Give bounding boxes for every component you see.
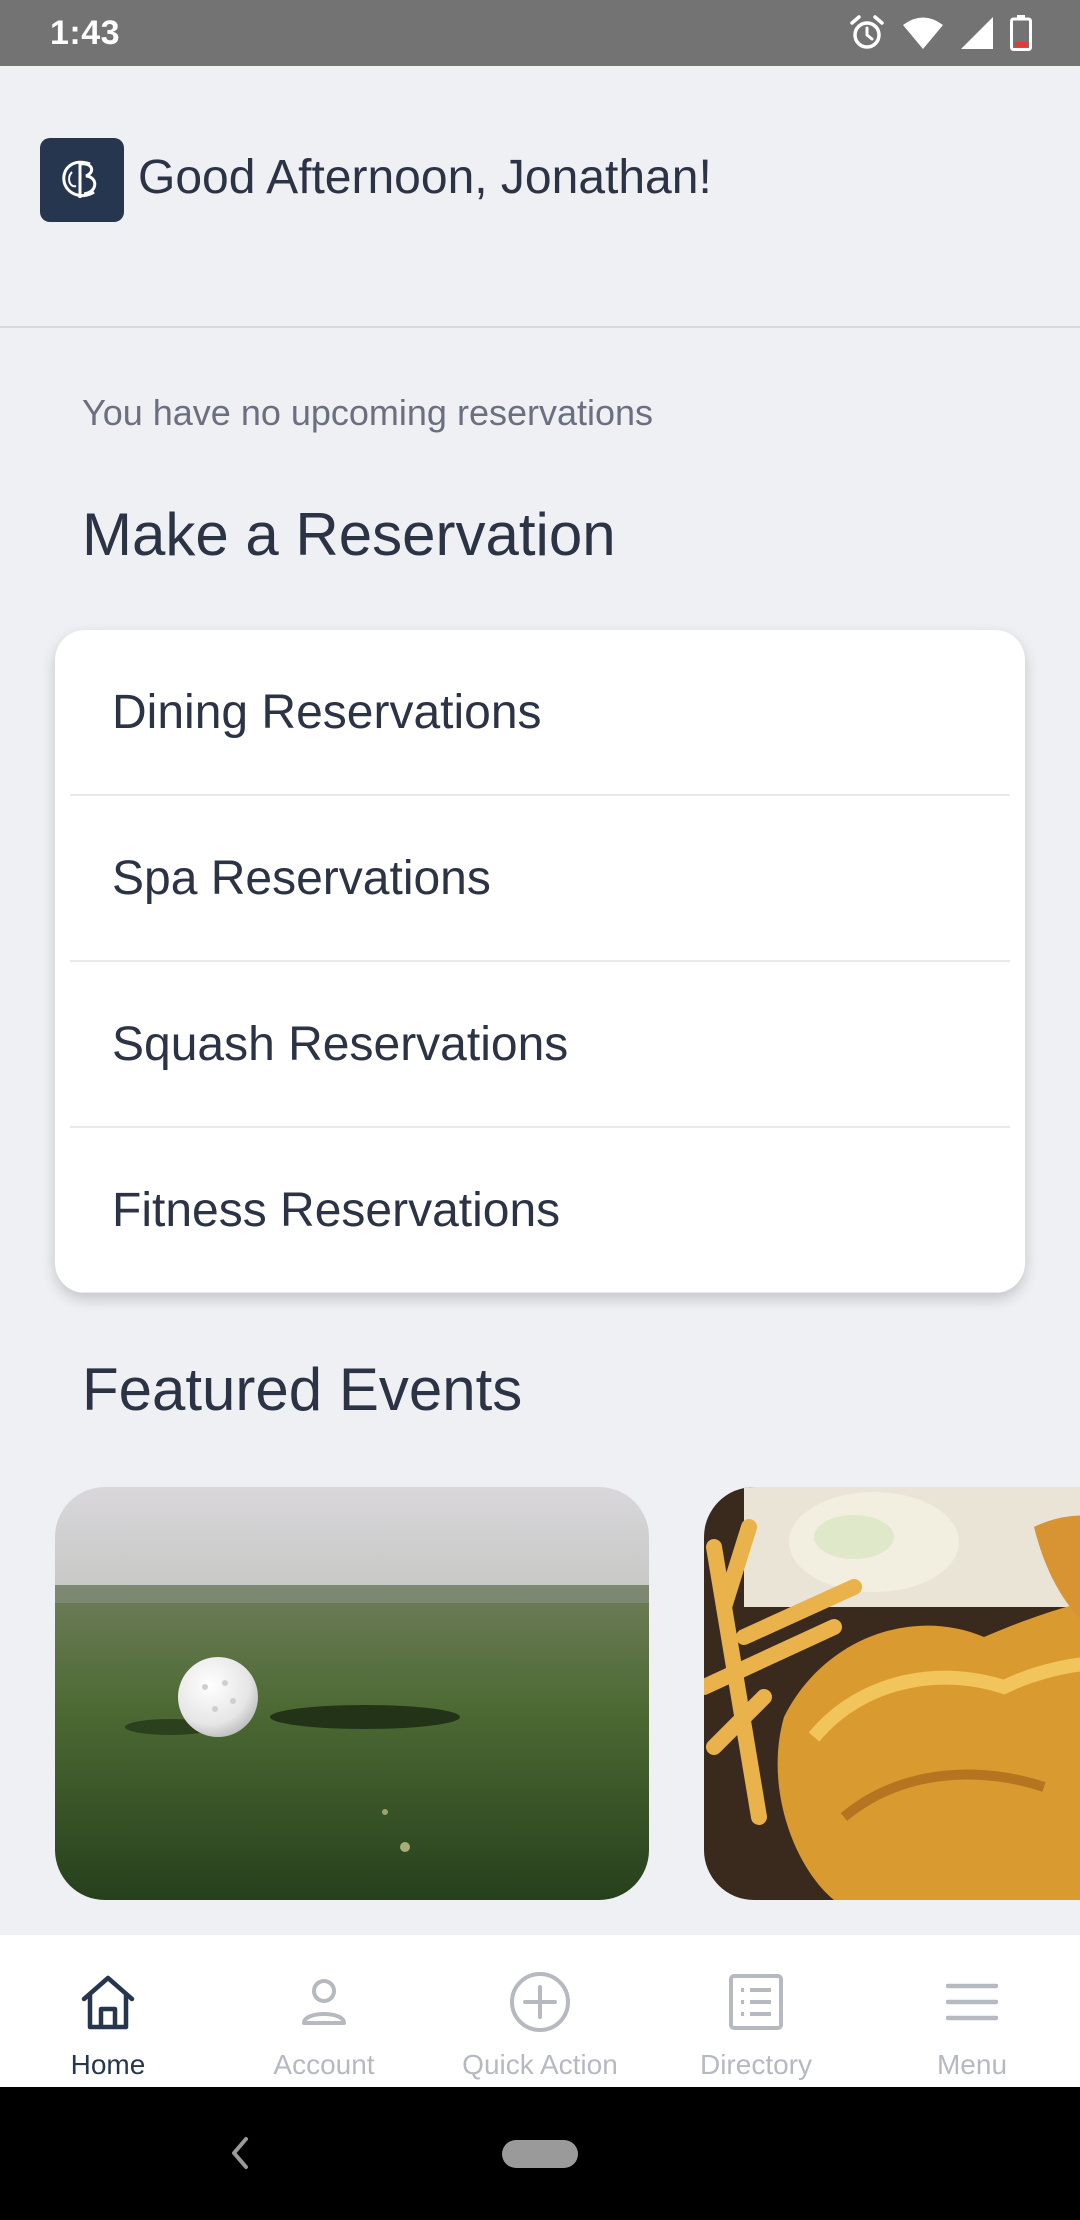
nav-label-menu: Menu [936,2049,1008,2080]
squash-reservations-item[interactable]: Squash Reservations [70,962,1010,1128]
nav-label-directory: Directory [699,2049,812,2080]
status-icons [848,14,1032,52]
spa-reservations-item[interactable]: Spa Reservations [70,796,1010,962]
club-logo-icon [40,138,124,222]
nav-label-quick-action: Quick Action [462,2049,618,2080]
battery-icon [1010,15,1032,51]
signal-icon [960,16,994,50]
golf-ball-on-green-image [55,1487,649,1900]
back-icon[interactable] [226,2133,252,2178]
greeting-text: Good Afternoon, Jonathan! [138,151,712,204]
featured-event-golf-card[interactable] [55,1487,649,1900]
reservation-item-label: Fitness Reservations [112,1183,561,1237]
alarm-icon [848,14,886,52]
fish-and-chips-image [704,1487,1080,1900]
status-time: 1:43 [50,13,121,52]
no-reservations-message: You have no upcoming reservations [82,392,654,433]
nav-label-home: Home [70,2049,146,2080]
reservation-item-label: Squash Reservations [112,1017,569,1071]
plus-circle-icon [508,1969,572,2035]
system-navigation-bar [0,2087,1080,2220]
nav-quick-action[interactable]: Quick Action [432,1935,648,2087]
list-icon [728,1969,784,2035]
nav-menu[interactable]: Menu [864,1935,1080,2087]
reservation-options-card: Dining Reservations Spa Reservations Squ… [55,630,1025,1293]
nav-directory[interactable]: Directory [648,1935,864,2087]
status-bar: 1:43 [0,0,1080,66]
featured-event-fish-card[interactable] [704,1487,1080,1900]
hamburger-menu-icon [946,1969,998,2035]
bottom-navigation: Home Account Quick Action Directory Menu [0,1935,1080,2087]
reservation-item-label: Dining Reservations [112,685,542,739]
home-pill-button[interactable] [502,2140,578,2168]
fitness-reservations-item[interactable]: Fitness Reservations [70,1128,1010,1293]
nav-account[interactable]: Account [216,1935,432,2087]
nav-home[interactable]: Home [0,1935,216,2087]
dining-reservations-item[interactable]: Dining Reservations [70,630,1010,796]
featured-events-title: Featured Events [82,1356,523,1423]
nav-label-account: Account [273,2049,375,2080]
person-icon [297,1969,351,2035]
make-reservation-title: Make a Reservation [82,501,616,568]
reservation-item-label: Spa Reservations [112,851,491,905]
home-icon [79,1969,137,2035]
wifi-icon [902,16,944,50]
home-screen: 1:43 Good Afternoon, Jonathan! You have … [0,0,1080,2220]
